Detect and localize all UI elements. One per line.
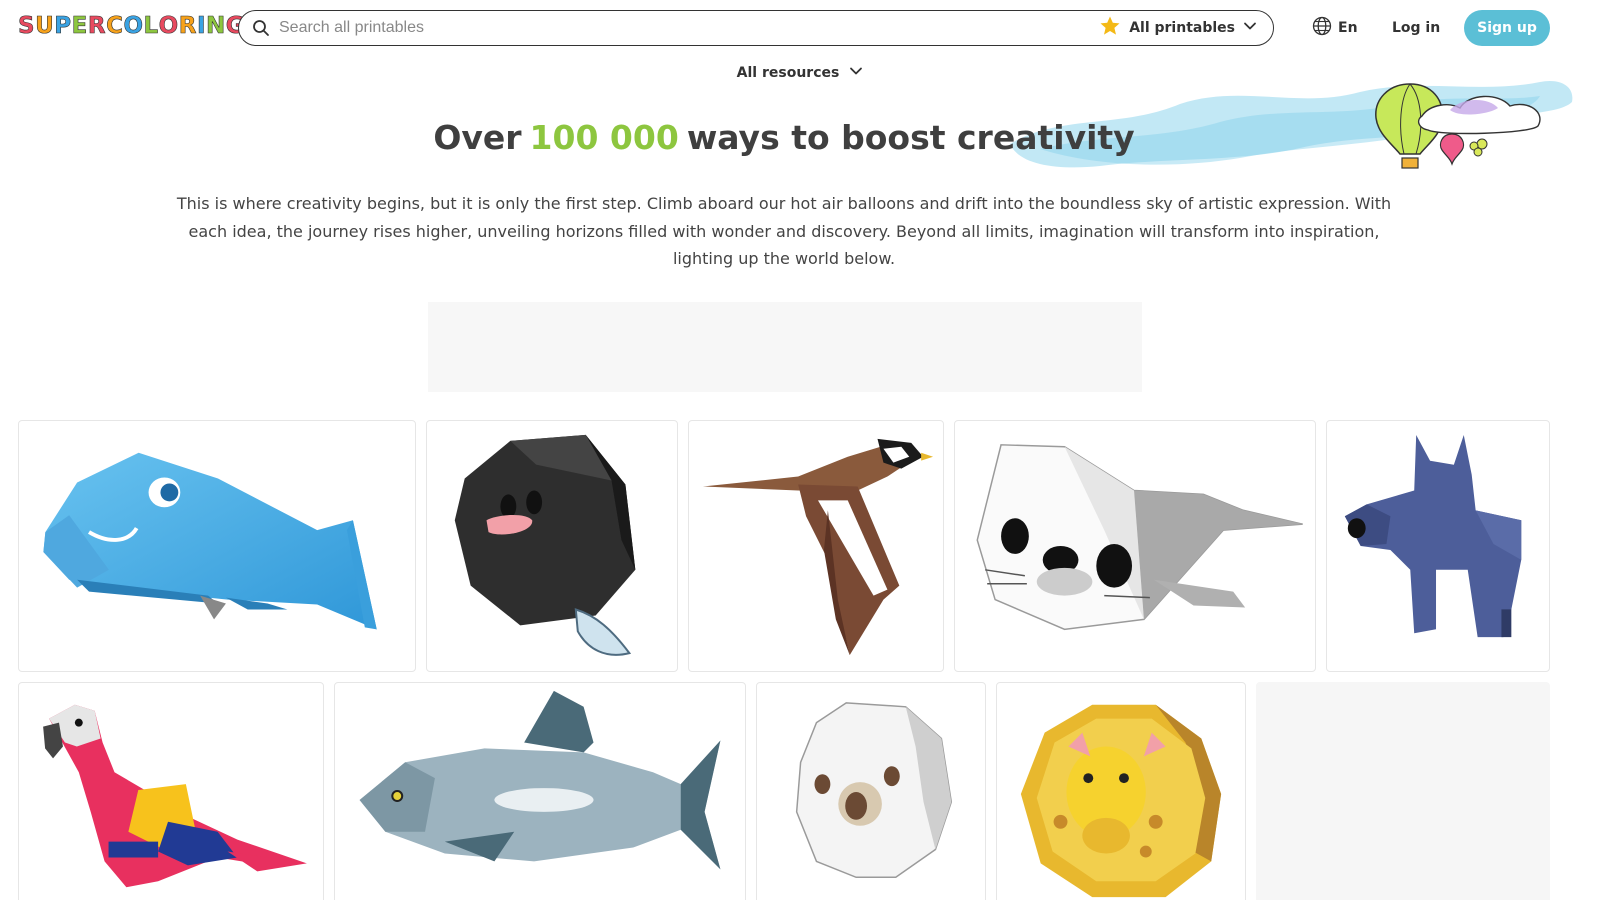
printable-card-bird[interactable] xyxy=(688,420,944,672)
printable-card-giraffe-coin[interactable] xyxy=(996,682,1246,900)
search-icon[interactable] xyxy=(251,18,271,38)
printable-card-blue-whale[interactable] xyxy=(18,420,416,672)
headline-number: 100 000 xyxy=(529,118,679,157)
language-selector[interactable]: En xyxy=(1312,14,1358,42)
logo-letter: R xyxy=(87,13,107,40)
search-bar: All printables xyxy=(238,10,1274,46)
signup-button[interactable]: Sign up xyxy=(1464,10,1550,46)
printable-card-octopus[interactable] xyxy=(756,682,986,900)
scottish-terrier-papercraft-image xyxy=(1344,435,1522,638)
page-title: Over 100 000 ways to boost creativity xyxy=(0,116,1568,160)
macaw-papercraft-image xyxy=(43,704,307,888)
resources-label: All resources xyxy=(736,65,840,81)
blue-whale-papercraft-image xyxy=(43,452,377,630)
logo-letter: O xyxy=(158,13,179,40)
logo-letter: R xyxy=(178,13,197,40)
printables-filter-dropdown[interactable]: All printables xyxy=(1091,11,1273,45)
logo-letter: E xyxy=(71,13,88,40)
language-label: En xyxy=(1338,20,1358,36)
giraffe-coin-papercraft-image xyxy=(1020,704,1222,898)
star-icon xyxy=(1099,15,1121,42)
all-resources-dropdown[interactable]: All resources xyxy=(700,60,900,86)
ad-placeholder xyxy=(428,302,1142,392)
printable-card-black-fish[interactable] xyxy=(426,420,678,672)
logo-letter: P xyxy=(54,13,72,40)
printable-card-seal[interactable] xyxy=(954,420,1316,672)
logo-letter: C xyxy=(106,13,124,40)
logo-letter: U xyxy=(35,13,55,40)
logo-letter: N xyxy=(206,13,226,40)
search-input[interactable] xyxy=(279,19,1092,37)
globe-icon xyxy=(1312,16,1332,40)
filter-label: All printables xyxy=(1129,20,1235,36)
logo-letter: O xyxy=(123,13,144,40)
octopus-papercraft-image xyxy=(795,702,953,879)
login-link[interactable]: Log in xyxy=(1392,14,1440,42)
headline-suffix: ways to boost creativity xyxy=(686,118,1135,157)
logo-letter: S xyxy=(18,13,36,40)
printable-card-macaw[interactable] xyxy=(18,682,324,900)
intro-paragraph: This is where creativity begins, but it … xyxy=(176,194,1392,268)
chevron-down-icon xyxy=(849,64,863,82)
printable-card-scottish-terrier[interactable] xyxy=(1326,420,1550,672)
supercoloring-logo[interactable]: SUPERCOLORING xyxy=(18,10,245,42)
logo-letter: L xyxy=(143,13,159,40)
salmon-papercraft-image xyxy=(359,690,721,870)
site-header: SUPERCOLORING All printables En Log in S… xyxy=(0,0,1600,56)
bird-papercraft-image xyxy=(702,438,934,656)
headline-prefix: Over xyxy=(433,118,522,157)
black-fish-papercraft-image xyxy=(454,434,636,656)
logo-letter: I xyxy=(196,13,207,40)
chevron-down-icon xyxy=(1243,19,1257,38)
seal-papercraft-image xyxy=(976,444,1303,631)
printable-card-placeholder xyxy=(1256,682,1550,900)
printable-card-salmon[interactable] xyxy=(334,682,746,900)
